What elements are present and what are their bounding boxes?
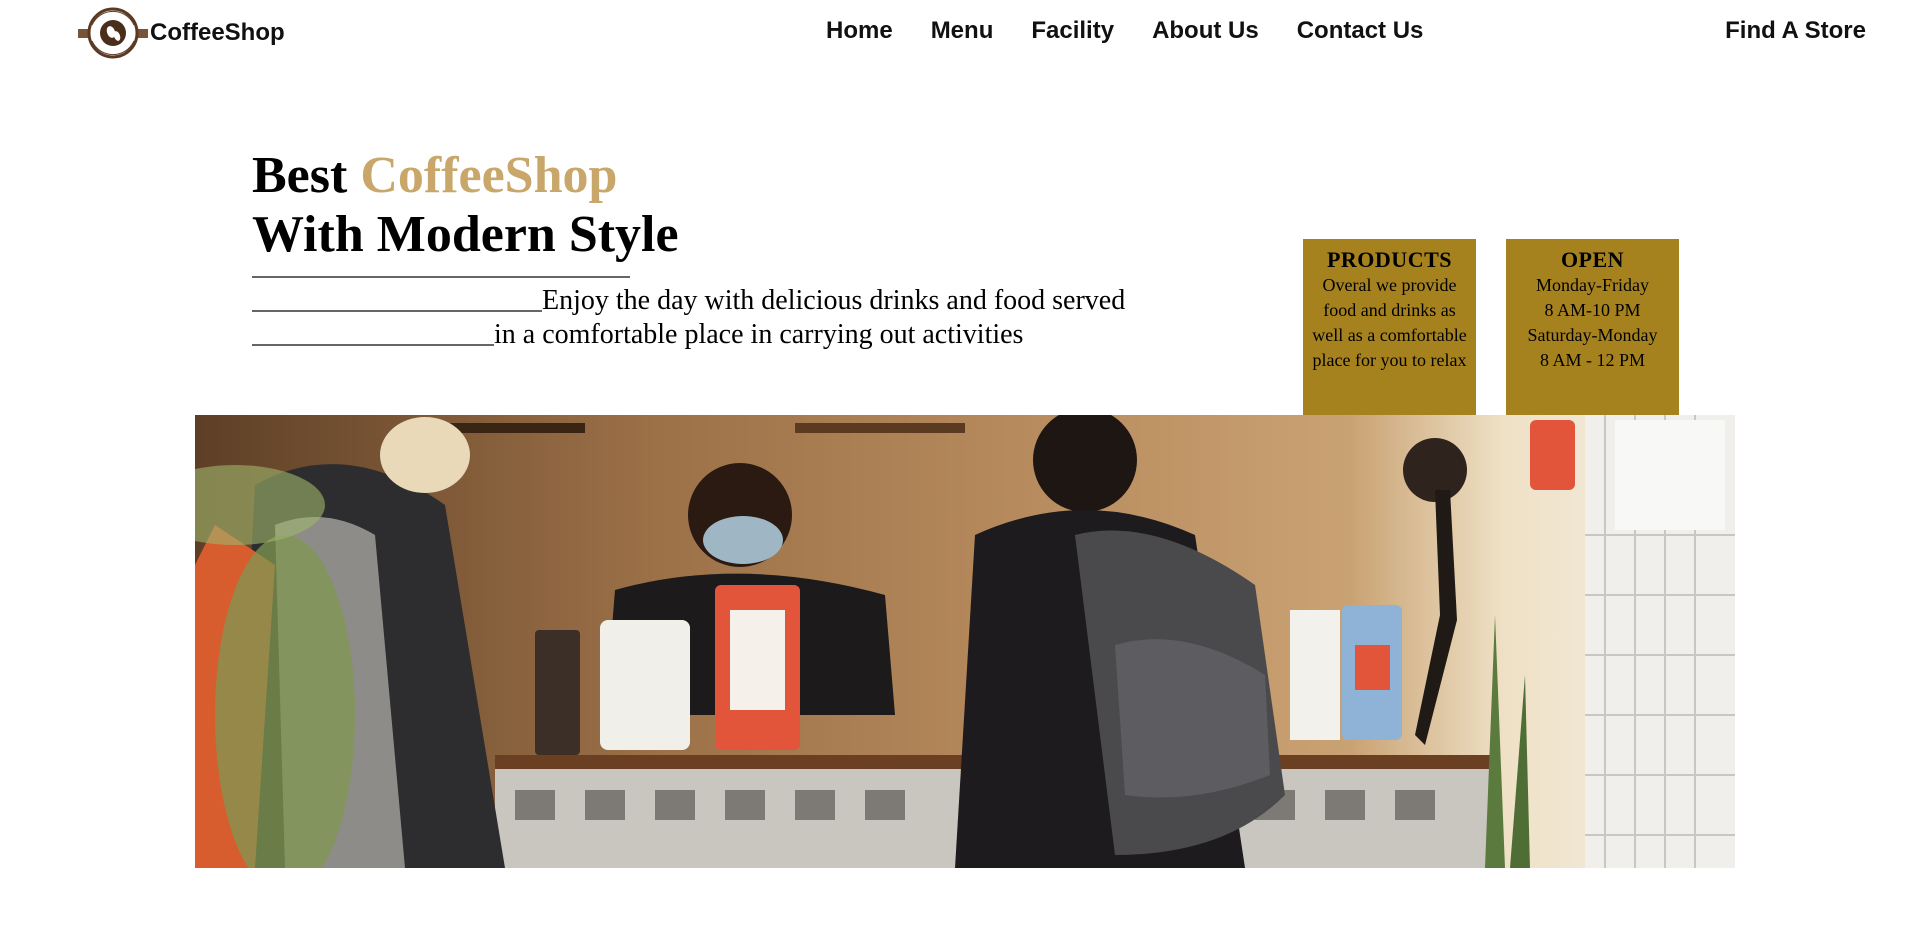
main-menu: Home Menu Facility About Us Contact Us [826, 17, 1461, 45]
products-body-line: place for you to relax [1312, 350, 1467, 370]
nav-about-us[interactable]: About Us [1152, 17, 1259, 45]
hero-description: Enjoy the day with delicious drinks and … [252, 284, 1125, 352]
coffee-counter-scene [195, 415, 1735, 868]
nav-menu[interactable]: Menu [931, 17, 994, 45]
open-hours-line: Saturday-Monday [1527, 325, 1658, 345]
nav-contact-us[interactable]: Contact Us [1297, 17, 1424, 45]
brand[interactable]: CoffeeShop [78, 4, 285, 62]
open-hours-body: Monday-Friday 8 AM-10 PM Saturday-Monday… [1506, 273, 1679, 373]
nav-home[interactable]: Home [826, 17, 893, 45]
brand-name: CoffeeShop [150, 19, 285, 46]
hero-title-accent: CoffeeShop [360, 147, 618, 204]
top-navbar: CoffeeShop Home Menu Facility About Us C… [0, 0, 1920, 64]
hero-description-text-2: in a comfortable place in carrying out a… [494, 319, 1024, 350]
hero-photo [195, 415, 1735, 868]
decorative-rule [252, 310, 542, 312]
products-body-line: Overal we provide [1322, 275, 1457, 295]
decorative-rule [252, 276, 630, 278]
nav-facility[interactable]: Facility [1031, 17, 1114, 45]
products-body-line: well as a comfortable [1312, 325, 1467, 345]
products-info-box: PRODUCTS Overal we provide food and drin… [1303, 239, 1476, 415]
products-body: Overal we provide food and drinks as wel… [1303, 273, 1476, 373]
products-title: PRODUCTS [1326, 247, 1452, 272]
open-hours-line: 8 AM-10 PM [1544, 300, 1641, 320]
hero-description-line: Enjoy the day with delicious drinks and … [252, 284, 1125, 318]
open-hours-box: OPEN Monday-Friday 8 AM-10 PM Saturday-M… [1506, 239, 1679, 415]
hero-description-text-1: Enjoy the day with delicious drinks and … [542, 285, 1126, 316]
decorative-rule [252, 344, 494, 346]
coffee-shop-logo-icon [78, 7, 148, 59]
hero-title-prefix: Best [252, 147, 361, 204]
find-store-link[interactable]: Find A Store [1725, 17, 1866, 45]
hero-title: Best CoffeeShop With Modern Style [252, 146, 679, 264]
open-hours-line: 8 AM - 12 PM [1539, 350, 1646, 370]
open-title: OPEN [1560, 247, 1625, 272]
hero-description-line: in a comfortable place in carrying out a… [252, 318, 1125, 352]
hero-title-line2: With Modern Style [252, 206, 679, 263]
products-body-line: food and drinks as [1323, 300, 1456, 320]
open-hours-line: Monday-Friday [1536, 275, 1649, 295]
